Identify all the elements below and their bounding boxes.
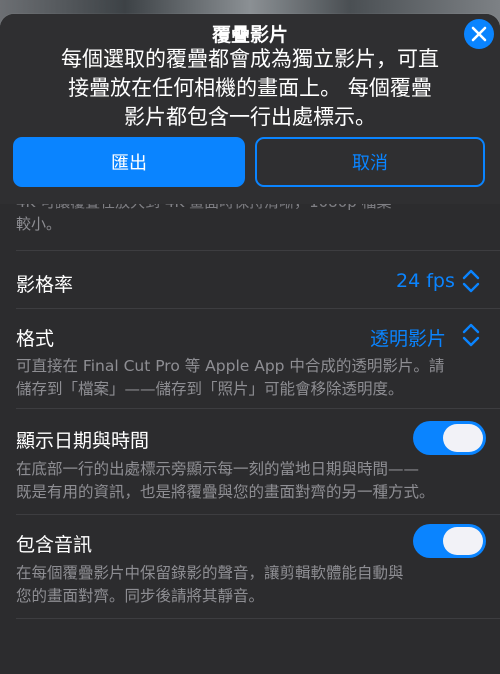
include-audio-description-line: 您的畫面對齊。同步後請將其靜音。: [16, 587, 265, 605]
show-datetime-toggle[interactable]: [413, 421, 486, 455]
show-datetime-label: 顯示日期與時間: [16, 430, 150, 452]
format-label: 格式: [16, 328, 55, 350]
format-description: 可直接在 Final Cut Pro 等 Apple App 中合成的透明影片。…: [16, 355, 486, 401]
show-datetime-description-line: 既是有用的資訊，也是將覆疊與您的畫面對齊的另一種方式。: [16, 483, 435, 501]
separator: [16, 514, 500, 515]
separator: [16, 250, 500, 251]
chevron-updown-icon[interactable]: [461, 266, 481, 296]
include-audio-description-line: 在每個覆疊影片中保留錄影的聲音，讓剪輯軟體能自動與: [16, 564, 404, 582]
frame-rate-value[interactable]: 24 fps: [396, 270, 455, 292]
format-description-line: 可直接在 Final Cut Pro 等 Apple App 中合成的透明影片。…: [16, 357, 445, 375]
sheet-description-line: 影片都包含一行出處標示。: [124, 105, 376, 129]
toggle-knob: [443, 424, 483, 452]
export-button[interactable]: 匯出: [13, 137, 245, 187]
sheet-header: 覆疊影片 每個選取的覆疊都會成為獨立影片，可直 接疊放在任何相機的畫面上。 每個…: [0, 14, 500, 204]
close-icon: [471, 26, 487, 42]
sheet-description-line: 每個選取的覆疊都會成為獨立影片，可直: [61, 47, 439, 71]
include-audio-toggle[interactable]: [413, 524, 486, 558]
close-button[interactable]: [464, 19, 494, 49]
separator: [16, 618, 500, 619]
show-datetime-description-line: 在底部一行的出處標示旁顯示每一刻的當地日期與時間——: [16, 460, 420, 478]
sheet-description: 每個選取的覆疊都會成為獨立影片，可直 接疊放在任何相機的畫面上。 每個覆疊 影片…: [36, 45, 464, 132]
frame-rate-label: 影格率: [16, 274, 74, 296]
include-audio-label: 包含音訊: [16, 534, 93, 556]
format-description-line: 儲存到「檔案」——儲存到「照片」可能會移除透明度。: [16, 380, 404, 398]
show-datetime-description: 在底部一行的出處標示旁顯示每一刻的當地日期與時間—— 既是有用的資訊，也是將覆疊…: [16, 458, 486, 504]
cancel-button[interactable]: 取消: [255, 137, 485, 187]
separator: [16, 408, 500, 409]
include-audio-description: 在每個覆疊影片中保留錄影的聲音，讓剪輯軟體能自動與 您的畫面對齊。同步後請將其靜…: [16, 562, 486, 608]
sheet-description-line: 接疊放在任何相機的畫面上。 每個覆疊: [68, 76, 432, 100]
clipped-resolution-text-2: 較小。: [16, 215, 62, 233]
sheet-title: 覆疊影片: [211, 24, 288, 46]
chevron-updown-icon[interactable]: [461, 320, 481, 350]
format-value[interactable]: 透明影片: [370, 324, 446, 351]
separator: [16, 308, 500, 309]
toggle-knob: [443, 527, 483, 555]
export-sheet: 4K 可讓覆疊在放大到 4K 畫面時保持清晰，1080p 檔案 較小。 影格率 …: [0, 14, 500, 674]
